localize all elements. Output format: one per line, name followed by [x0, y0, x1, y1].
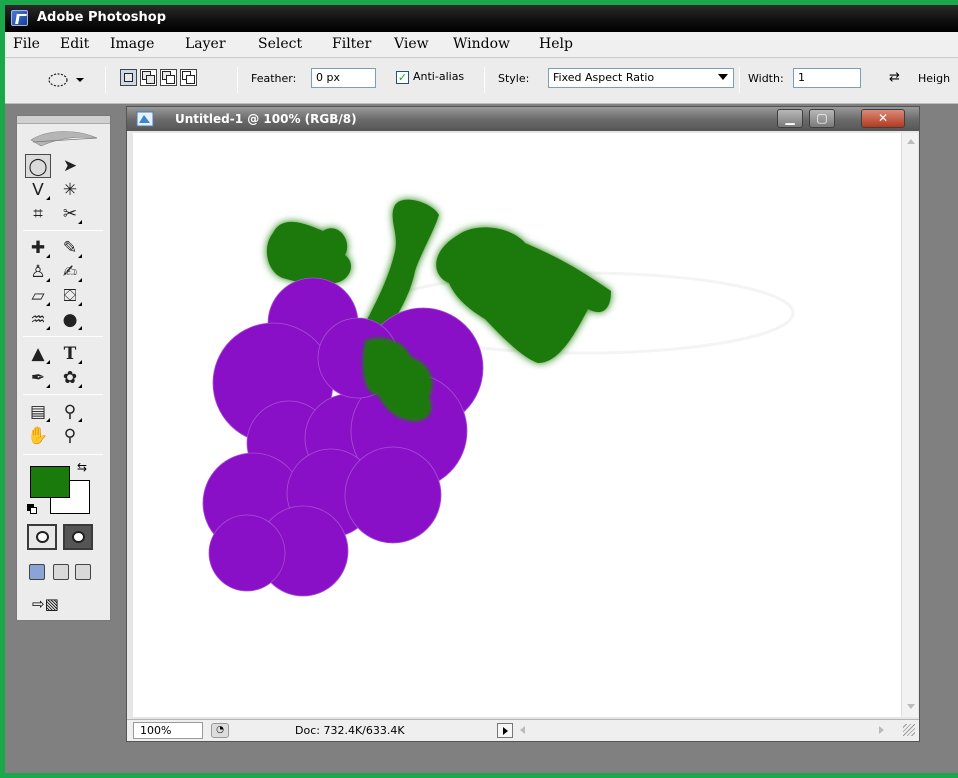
- zoom-tool-icon[interactable]: ⚲: [57, 424, 83, 448]
- jump-to-imageready-icon[interactable]: ⇨▧: [32, 594, 92, 614]
- document-window: Untitled-1 @ 100% (RGB/8) ▁ ▢ ✕ 100% ◔ D…: [126, 106, 920, 742]
- app-titlebar: Adobe Photoshop: [5, 5, 958, 32]
- move-tool-icon[interactable]: ➤: [57, 154, 83, 178]
- photoshop-app-icon: [11, 10, 28, 26]
- width-label: Width:: [748, 72, 784, 85]
- document-icon: [136, 111, 154, 127]
- toolbox-grip[interactable]: [17, 116, 110, 124]
- menu-bar: File Edit Image Layer Select Filter View…: [5, 32, 958, 58]
- path-selection-tool-icon[interactable]: ▲: [25, 342, 51, 366]
- healing-brush-tool-icon[interactable]: ✚: [25, 236, 51, 260]
- magic-wand-tool-icon[interactable]: ✳: [57, 178, 83, 202]
- eyedropper-tool-icon[interactable]: ⚲: [57, 400, 83, 424]
- new-selection-button[interactable]: [120, 69, 137, 86]
- type-tool-icon[interactable]: T: [57, 342, 83, 366]
- width-input[interactable]: 1: [793, 68, 861, 88]
- status-menu-arrow-button[interactable]: [497, 723, 513, 738]
- hand-tool-icon[interactable]: ✋: [25, 424, 51, 448]
- clone-stamp-tool-icon[interactable]: ♙: [25, 260, 51, 284]
- app-title: Adobe Photoshop: [37, 10, 167, 25]
- menu-view[interactable]: View: [394, 36, 429, 52]
- elliptical-marquee-preset-icon[interactable]: [48, 71, 70, 89]
- scroll-left-arrow-icon[interactable]: [520, 726, 525, 734]
- crop-tool-icon[interactable]: ⌗: [25, 202, 51, 226]
- menu-select[interactable]: Select: [258, 36, 302, 52]
- zoom-navigator-icon[interactable]: ◔: [211, 723, 229, 738]
- quick-mask-mode-button[interactable]: [63, 524, 93, 550]
- full-screen-mode-button[interactable]: [75, 564, 91, 580]
- style-dropdown[interactable]: Fixed Aspect Ratio: [548, 68, 734, 88]
- toolbox-separator: [23, 454, 103, 455]
- scroll-down-arrow-icon[interactable]: [907, 704, 915, 709]
- minimize-button[interactable]: ▁: [777, 109, 803, 128]
- dodge-tool-icon[interactable]: ●: [57, 308, 83, 332]
- toolbox-separator: [23, 336, 103, 337]
- anti-alias-checkbox[interactable]: ✓: [396, 71, 409, 84]
- swap-colors-icon[interactable]: ⇆: [77, 460, 87, 474]
- default-colors-icon[interactable]: [27, 504, 37, 514]
- zoom-level-field[interactable]: 100%: [133, 722, 203, 739]
- style-dropdown-value: Fixed Aspect Ratio: [553, 71, 655, 84]
- style-label: Style:: [498, 72, 530, 85]
- subtract-from-selection-button[interactable]: [160, 69, 177, 86]
- options-bar: Feather: 0 px ✓ Anti-alias Style: Fixed …: [5, 58, 958, 104]
- maximize-button[interactable]: ▢: [809, 109, 835, 128]
- menu-image[interactable]: Image: [110, 36, 154, 52]
- add-to-selection-button[interactable]: [140, 69, 157, 86]
- anti-alias-label: Anti-alias: [413, 70, 465, 83]
- menu-filter[interactable]: Filter: [332, 36, 371, 52]
- options-separator: [105, 67, 106, 93]
- foreground-color-swatch[interactable]: [30, 466, 70, 498]
- toolbox-separator: [23, 230, 103, 231]
- notes-tool-icon[interactable]: ▤: [25, 400, 51, 424]
- toolbox-separator: [23, 394, 103, 395]
- feather-label: Feather:: [251, 72, 297, 85]
- preset-dropdown-arrow-icon[interactable]: [76, 78, 84, 82]
- menu-layer[interactable]: Layer: [185, 36, 226, 52]
- brush-tool-icon[interactable]: ✎: [57, 236, 83, 260]
- document-title: Untitled-1 @ 100% (RGB/8): [175, 112, 357, 126]
- vertical-scrollbar[interactable]: [901, 133, 918, 717]
- document-size-info: Doc: 732.4K/633.4K: [295, 724, 405, 737]
- menu-help[interactable]: Help: [539, 36, 573, 52]
- options-separator: [484, 67, 485, 93]
- slice-tool-icon[interactable]: ✂: [57, 202, 83, 226]
- blur-tool-icon[interactable]: ♒: [25, 308, 51, 332]
- history-brush-tool-icon[interactable]: ✍: [57, 260, 83, 284]
- close-button[interactable]: ✕: [861, 109, 905, 128]
- swap-width-height-icon[interactable]: ⇄: [889, 70, 900, 85]
- image-canvas[interactable]: [133, 133, 901, 717]
- toolbox-panel: ◯ ➤ ᐯ ✳ ⌗ ✂ ✚ ✎ ♙ ✍ ▱ ⛋ ♒ ● ▲ T ✒ ✿ ▤ ⚲ …: [16, 115, 111, 621]
- options-separator: [237, 67, 238, 93]
- menu-window[interactable]: Window: [453, 36, 510, 52]
- grapes-artwork: [202, 199, 795, 597]
- custom-shape-tool-icon[interactable]: ✿: [57, 366, 83, 390]
- menu-file[interactable]: File: [13, 36, 40, 52]
- height-label: Heigh: [918, 72, 951, 85]
- full-screen-menu-mode-button[interactable]: [53, 564, 69, 580]
- paint-bucket-tool-icon[interactable]: ⛋: [57, 284, 83, 308]
- scroll-right-arrow-icon[interactable]: [879, 726, 884, 734]
- scroll-up-arrow-icon[interactable]: [907, 139, 915, 144]
- elliptical-marquee-tool-icon[interactable]: ◯: [25, 154, 51, 178]
- pen-tool-icon[interactable]: ✒: [25, 366, 51, 390]
- eraser-tool-icon[interactable]: ▱: [25, 284, 51, 308]
- lasso-tool-icon[interactable]: ᐯ: [25, 178, 51, 202]
- document-status-bar: 100% ◔ Doc: 732.4K/633.4K: [127, 719, 919, 741]
- document-titlebar[interactable]: Untitled-1 @ 100% (RGB/8) ▁ ▢ ✕: [127, 107, 919, 131]
- feather-input[interactable]: 0 px: [311, 68, 376, 88]
- chevron-down-icon: [718, 74, 728, 80]
- standard-mode-button[interactable]: [27, 524, 57, 550]
- options-separator: [739, 67, 740, 93]
- intersect-selection-button[interactable]: [180, 69, 197, 86]
- grape-cluster: [202, 277, 484, 597]
- standard-screen-mode-button[interactable]: [29, 564, 45, 580]
- menu-edit[interactable]: Edit: [60, 36, 89, 52]
- resize-grip-icon[interactable]: [903, 724, 915, 736]
